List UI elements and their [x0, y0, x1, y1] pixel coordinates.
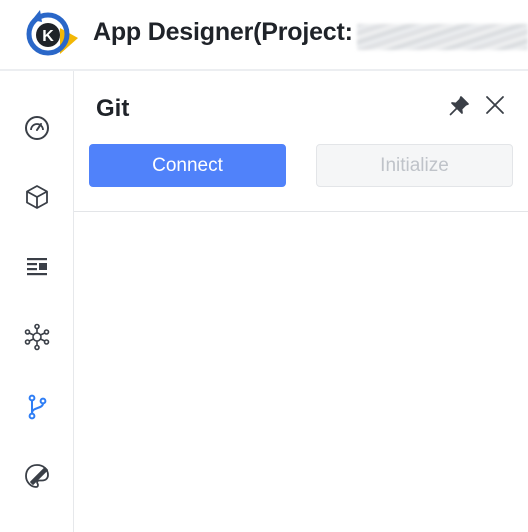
svg-text:K: K	[42, 28, 54, 45]
close-button[interactable]	[482, 92, 508, 118]
git-branch-icon	[28, 394, 46, 420]
app-header: K App Designer(Project:	[0, 0, 528, 70]
app-logo-icon: K	[26, 10, 78, 56]
sidebar-item-components[interactable]	[0, 169, 73, 225]
sidebar-item-theme[interactable]	[0, 448, 73, 504]
pin-button[interactable]	[446, 93, 472, 119]
pin-icon	[449, 96, 469, 116]
sidebar-item-dashboard[interactable]	[0, 100, 73, 156]
panel-divider	[74, 211, 528, 212]
cube-icon	[25, 185, 48, 209]
sidebar	[0, 71, 74, 532]
sidebar-item-git[interactable]	[0, 379, 73, 435]
list-icon	[26, 258, 47, 276]
git-panel: Git Connect Initialize	[74, 71, 528, 532]
close-icon	[486, 96, 504, 114]
network-icon	[24, 323, 49, 351]
connect-button[interactable]: Connect	[89, 144, 286, 187]
sidebar-item-services[interactable]	[0, 309, 73, 365]
panel-title: Git	[96, 95, 130, 122]
initialize-button[interactable]: Initialize	[316, 144, 513, 187]
app-title: App Designer(Project:	[93, 18, 353, 46]
redacted-project-name	[357, 24, 528, 50]
dashboard-icon	[24, 116, 49, 140]
palette-icon	[24, 464, 49, 488]
sidebar-item-pages[interactable]	[0, 239, 73, 295]
